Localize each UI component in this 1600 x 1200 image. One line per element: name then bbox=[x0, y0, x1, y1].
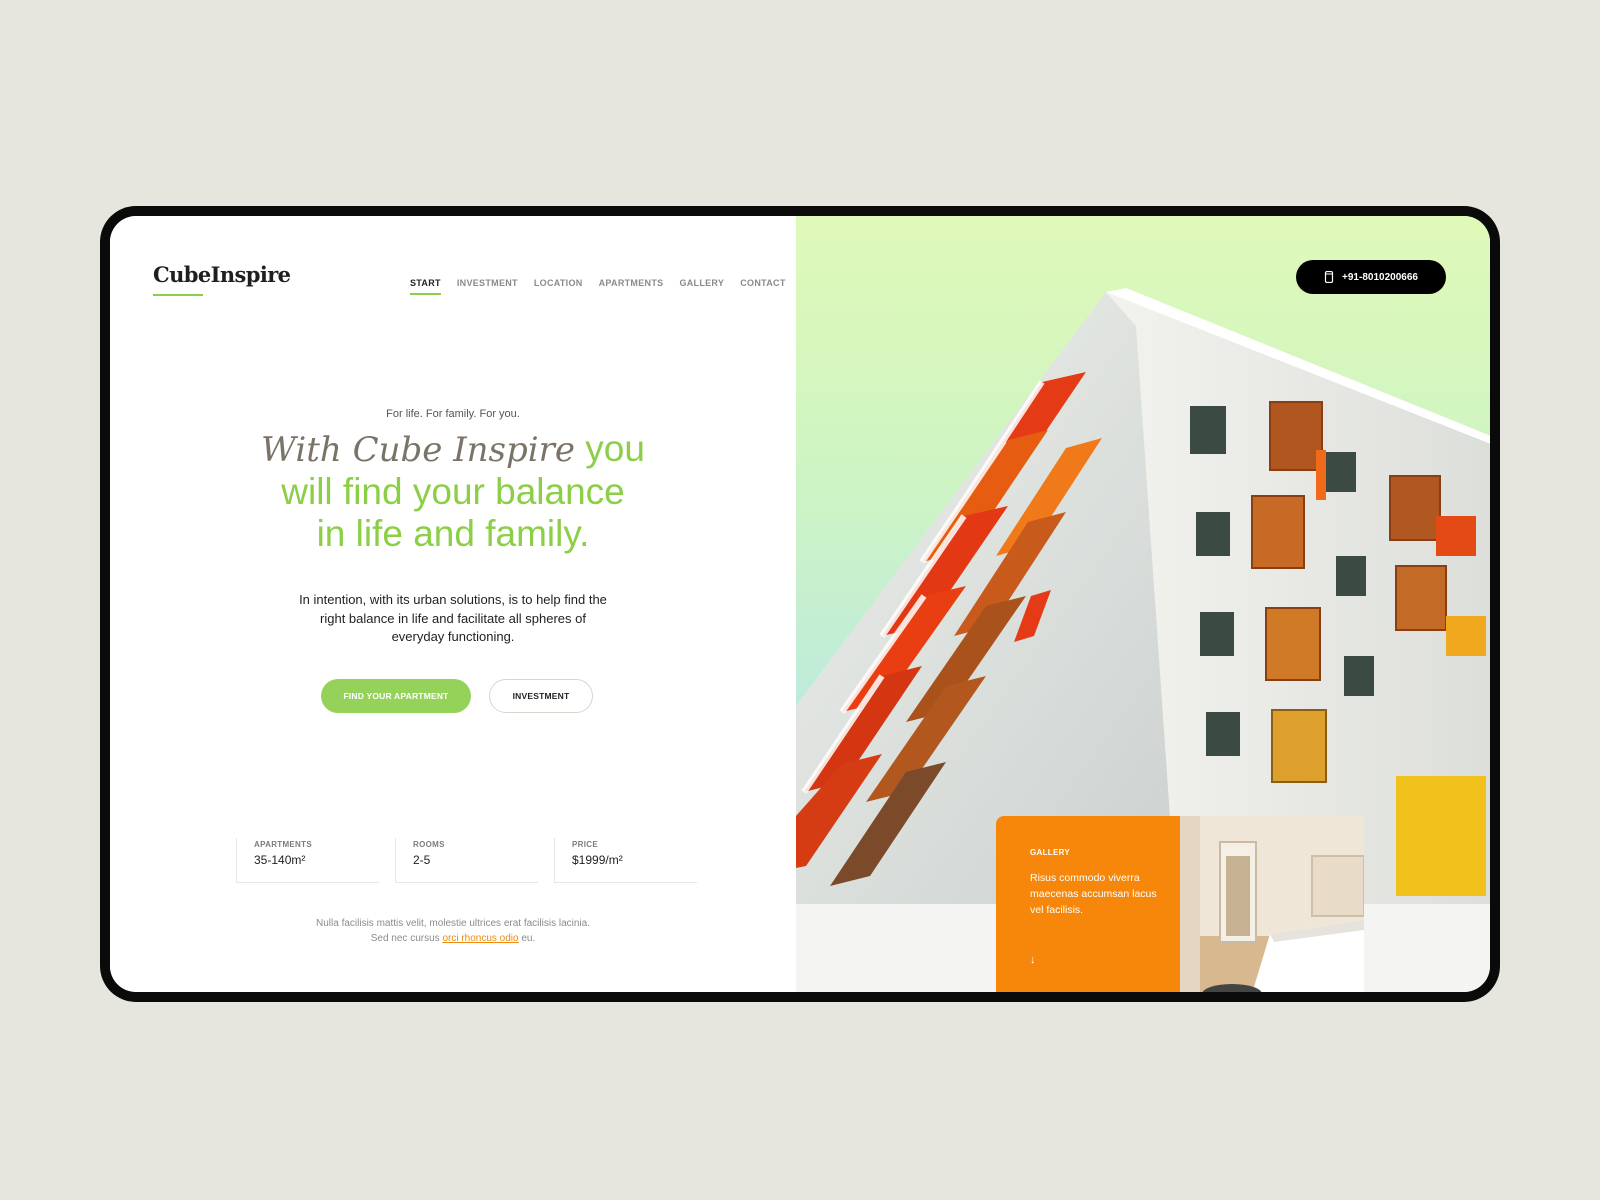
stat-value: 35-140m² bbox=[254, 853, 306, 867]
bedroom-photo bbox=[1180, 816, 1364, 992]
phone-button[interactable]: +91-8010200666 bbox=[1296, 260, 1446, 294]
gallery-text: Risus commodo viverra maecenas accumsan … bbox=[1030, 872, 1157, 916]
hero-buttons: FIND YOUR APARTMENT INVESTMENT bbox=[110, 678, 796, 713]
gallery-label: GALLERY bbox=[1030, 848, 1071, 857]
find-apartment-button[interactable]: FIND YOUR APARTMENT bbox=[321, 678, 471, 713]
nav-item-gallery[interactable]: GALLERY bbox=[679, 278, 724, 288]
headline-part-1: you bbox=[575, 428, 645, 469]
nav-item-apartments[interactable]: APARTMENTS bbox=[599, 278, 664, 288]
building-photo bbox=[796, 288, 1490, 904]
hero: For life. For family. For you. With Cube… bbox=[110, 408, 796, 713]
stat-rooms: ROOMS 2-5 bbox=[395, 838, 538, 883]
stat-price: PRICE $1999/m² bbox=[554, 838, 697, 883]
footnote: Nulla facilisis mattis velit, molestie u… bbox=[110, 916, 796, 946]
stat-value: $1999/m² bbox=[572, 853, 623, 867]
headline: With Cube Inspire you will find your bal… bbox=[110, 428, 796, 555]
stat-label: ROOMS bbox=[413, 840, 445, 849]
tagline: For life. For family. For you. bbox=[386, 408, 520, 420]
stat-label: APARTMENTS bbox=[254, 840, 312, 849]
nav-item-investment[interactable]: INVESTMENT bbox=[457, 278, 518, 288]
right-panel: +91-8010200666 GALLERY Risus commodo viv… bbox=[796, 216, 1490, 992]
headline-part-2: will find your balance bbox=[281, 471, 625, 512]
nav-item-location[interactable]: LOCATION bbox=[534, 278, 583, 288]
arrow-down-icon[interactable]: ↓ bbox=[1030, 954, 1036, 966]
footnote-text: Sed nec cursus bbox=[370, 933, 443, 944]
stat-label: PRICE bbox=[572, 840, 598, 849]
phone-icon bbox=[1324, 271, 1334, 283]
stat-apartments: APARTMENTS 35-140m² bbox=[236, 838, 379, 883]
headline-part-3: in life and family. bbox=[316, 513, 590, 554]
device-frame: CubeInspire START INVESTMENT LOCATION AP… bbox=[100, 206, 1500, 1002]
left-panel: CubeInspire START INVESTMENT LOCATION AP… bbox=[110, 216, 796, 992]
screen: CubeInspire START INVESTMENT LOCATION AP… bbox=[110, 216, 1490, 992]
stat-value: 2-5 bbox=[413, 853, 431, 867]
footnote-text-end: eu. bbox=[518, 933, 536, 944]
phone-number: +91-8010200666 bbox=[1342, 271, 1418, 283]
investment-button[interactable]: INVESTMENT bbox=[489, 678, 593, 713]
footnote-line-2: Sed nec cursus orci rhoncus odio eu. bbox=[110, 931, 796, 946]
main-nav: START INVESTMENT LOCATION APARTMENTS GAL… bbox=[410, 278, 802, 295]
nav-item-start[interactable]: START bbox=[410, 278, 441, 295]
footnote-line-1: Nulla facilisis mattis velit, molestie u… bbox=[316, 918, 590, 929]
footnote-link[interactable]: orci rhoncus odio bbox=[442, 933, 518, 944]
logo-underline bbox=[153, 294, 203, 296]
logo[interactable]: CubeInspire bbox=[153, 262, 291, 287]
headline-brand: With Cube Inspire bbox=[261, 430, 576, 470]
stats: APARTMENTS 35-140m² ROOMS 2-5 PRICE $199… bbox=[236, 838, 713, 883]
hero-description: In intention, with its urban solutions, … bbox=[299, 592, 607, 644]
gallery-card[interactable]: GALLERY Risus commodo viverra maecenas a… bbox=[996, 816, 1180, 992]
nav-item-contact[interactable]: CONTACT bbox=[740, 278, 785, 288]
